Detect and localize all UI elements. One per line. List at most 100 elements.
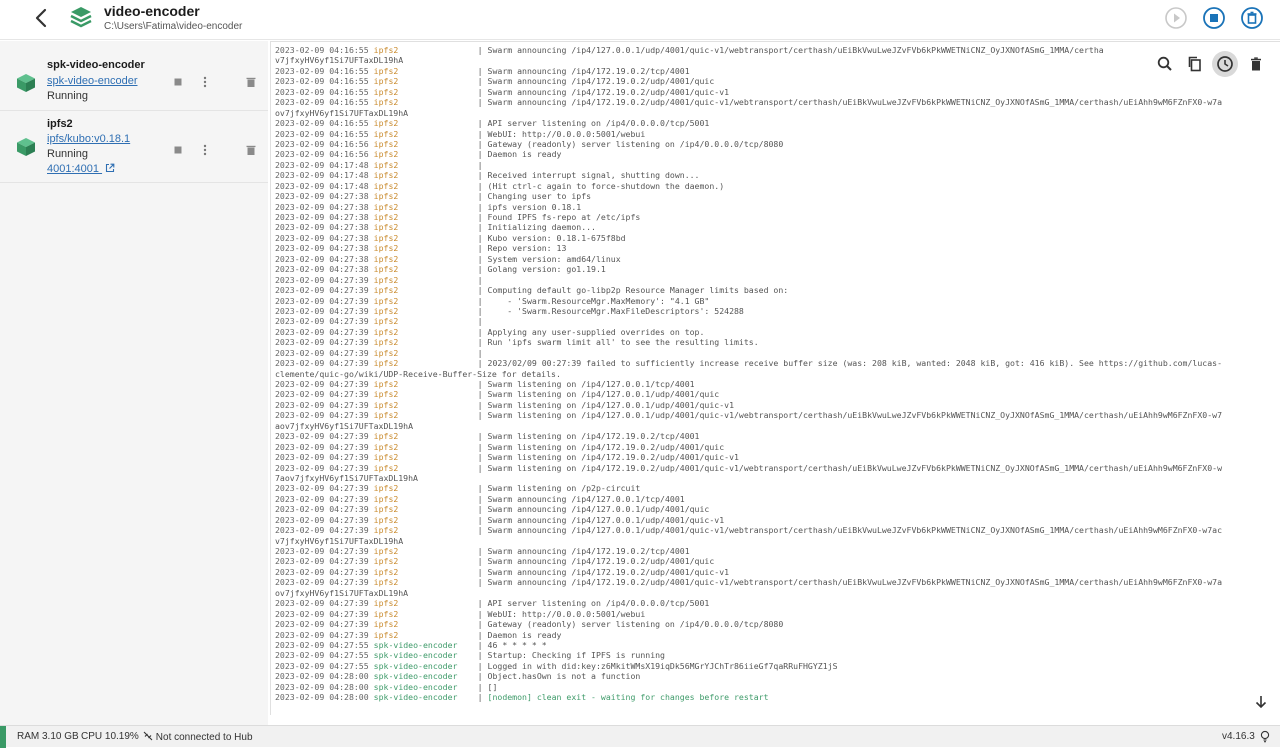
log-separator: | [477, 347, 488, 358]
delete-container-icon[interactable] [244, 143, 258, 157]
log-timestamp: 2023-02-09 04:27:38 [275, 201, 369, 212]
log-line: 2023-02-09 04:28:00 spk-video-encoder | [n… [275, 692, 1279, 702]
log-separator: | [477, 441, 488, 452]
log-line: 2023-02-09 04:27:39 ipfs2 | Swarm listenin… [275, 379, 1279, 389]
log-timestamp: 2023-02-09 04:27:39 [275, 514, 369, 525]
log-service: ipfs2 [373, 128, 399, 139]
log-timestamp: 2023-02-09 04:27:39 [275, 504, 369, 515]
log-timestamp: 2023-02-09 04:27:39 [275, 598, 369, 609]
log-viewer[interactable]: 2023-02-09 04:16:55 ipfs2 | Swarm announci… [270, 41, 1280, 715]
log-line: 2023-02-09 04:27:39 ipfs2 | Applying any u… [275, 327, 1279, 337]
log-line: v7jfxyHV6yf1Si7UFTaxDL19hA [275, 536, 1279, 546]
log-separator: | [477, 358, 488, 369]
log-message: Applying any user-supplied overrides on … [487, 326, 705, 337]
stop-container-icon[interactable] [171, 75, 185, 89]
log-service: ipfs2 [373, 462, 399, 473]
log-message: - 'Swarm.ResourceMgr.MaxFileDescriptors'… [487, 305, 744, 316]
log-message: Golang version: go1.19.1 [487, 264, 606, 275]
log-message: System version: amd64/linux [487, 253, 621, 264]
log-separator: | [477, 180, 488, 191]
container-cube-icon [17, 138, 35, 156]
log-separator: | [477, 128, 488, 139]
log-timestamp: 2023-02-09 04:27:39 [275, 285, 369, 296]
copy-icon[interactable] [1182, 51, 1208, 77]
trash-icon[interactable] [1243, 51, 1269, 77]
log-line: 2023-02-09 04:27:39 ipfs2 | [275, 275, 1279, 285]
hub-status[interactable]: Not connected to Hub [143, 731, 253, 743]
log-separator: | [477, 191, 488, 202]
log-service: ipfs2 [373, 598, 399, 609]
log-service: ipfs2 [373, 65, 399, 76]
log-timestamp: 2023-02-09 04:16:55 [275, 128, 369, 139]
log-line: 2023-02-09 04:27:39 ipfs2 | Swarm listenin… [275, 410, 1279, 420]
log-timestamp: 2023-02-09 04:27:55 [275, 650, 369, 661]
log-separator: | [477, 295, 488, 306]
log-separator: | [477, 222, 488, 233]
log-timestamp: 2023-02-09 04:27:38 [275, 253, 369, 264]
container-cube-icon [17, 74, 35, 92]
container-card-spk-video-encoder[interactable]: spk-video-encoder spk-video-encoder Runn… [0, 41, 268, 111]
log-timestamp: 2023-02-09 04:16:55 [275, 65, 369, 76]
log-service: ipfs2 [373, 191, 399, 202]
log-message: Swarm announcing /ip4/127.0.0.1/tcp/4001 [487, 493, 685, 504]
log-service: ipfs2 [373, 232, 399, 243]
log-line: 2023-02-09 04:16:56 ipfs2 | Daemon is read… [275, 149, 1279, 159]
log-message: Swarm listening on /ip4/172.19.0.2/udp/4… [487, 462, 1222, 473]
log-service: ipfs2 [373, 619, 399, 630]
log-timestamp: 2023-02-09 04:27:39 [275, 493, 369, 504]
bulb-icon[interactable] [1259, 730, 1271, 743]
port-link[interactable]: 4001:4001 [47, 163, 115, 175]
more-options-icon[interactable] [198, 143, 212, 157]
more-options-icon[interactable] [198, 75, 212, 89]
log-timestamp: 2023-02-09 04:27:39 [275, 358, 369, 369]
container-image-link[interactable]: ipfs/kubo:v0.18.1 [47, 133, 130, 145]
log-message: [] [487, 681, 498, 692]
log-service: ipfs2 [373, 305, 399, 316]
stop-icon[interactable] [1202, 6, 1226, 30]
log-service: spk-video-encoder [373, 639, 458, 650]
log-timestamp: 2023-02-09 04:17:48 [275, 159, 369, 170]
log-message: Logged in with did:key:z6MkitWMsX19iqDk5… [487, 660, 838, 671]
start-icon[interactable] [1164, 6, 1188, 30]
back-arrow-icon[interactable] [30, 6, 54, 30]
log-line: 2023-02-09 04:27:39 ipfs2 | Gateway (reado… [275, 619, 1279, 629]
container-card-ipfs2[interactable]: ipfs2 ipfs/kubo:v0.18.1 Running 4001:400… [0, 111, 268, 183]
log-line: 2023-02-09 04:27:38 ipfs2 | Repo version: … [275, 243, 1279, 253]
log-service: ipfs2 [373, 358, 399, 369]
log-message: Swarm listening on /p2p-circuit [487, 483, 641, 494]
log-line: 2023-02-09 04:16:55 ipfs2 | Swarm announci… [275, 45, 1279, 55]
search-icon[interactable] [1152, 51, 1178, 77]
container-image-link[interactable]: spk-video-encoder [47, 75, 138, 87]
log-timestamp: 2023-02-09 04:27:39 [275, 629, 369, 640]
log-separator: | [477, 399, 488, 410]
log-timestamp: 2023-02-09 04:27:39 [275, 452, 369, 463]
container-list: spk-video-encoder spk-video-encoder Runn… [0, 41, 268, 725]
log-separator: | [477, 337, 488, 348]
log-separator: | [477, 76, 488, 87]
log-service: spk-video-encoder [373, 650, 458, 661]
log-timestamp: 2023-02-09 04:27:39 [275, 379, 369, 389]
log-continuation: 7aov7jfxyHV6yf1Si7UFTaxDL19hA [275, 472, 418, 483]
scroll-to-bottom-icon[interactable] [1253, 694, 1269, 710]
log-separator: | [477, 274, 488, 285]
clock-icon[interactable] [1212, 51, 1238, 77]
log-separator: | [477, 316, 488, 327]
log-message: Swarm announcing /ip4/127.0.0.1/udp/4001… [487, 504, 710, 515]
log-timestamp: 2023-02-09 04:27:38 [275, 191, 369, 202]
log-separator: | [477, 692, 488, 703]
log-separator: | [477, 65, 488, 76]
container-status: Running [47, 148, 88, 160]
delete-app-icon[interactable] [1240, 6, 1264, 30]
log-timestamp: 2023-02-09 04:16:55 [275, 86, 369, 97]
log-line: 2023-02-09 04:16:55 ipfs2 | Swarm announci… [275, 76, 1279, 86]
log-separator: | [477, 212, 488, 222]
log-service: ipfs2 [373, 285, 399, 296]
container-name: ipfs2 [47, 118, 73, 130]
log-separator: | [477, 566, 488, 577]
log-service: ipfs2 [373, 566, 399, 577]
log-message: Swarm announcing /ip4/172.19.0.2/udp/400… [487, 556, 715, 567]
delete-container-icon[interactable] [244, 75, 258, 89]
stop-container-icon[interactable] [171, 143, 185, 157]
log-timestamp: 2023-02-09 04:27:39 [275, 566, 369, 577]
log-separator: | [477, 504, 488, 515]
